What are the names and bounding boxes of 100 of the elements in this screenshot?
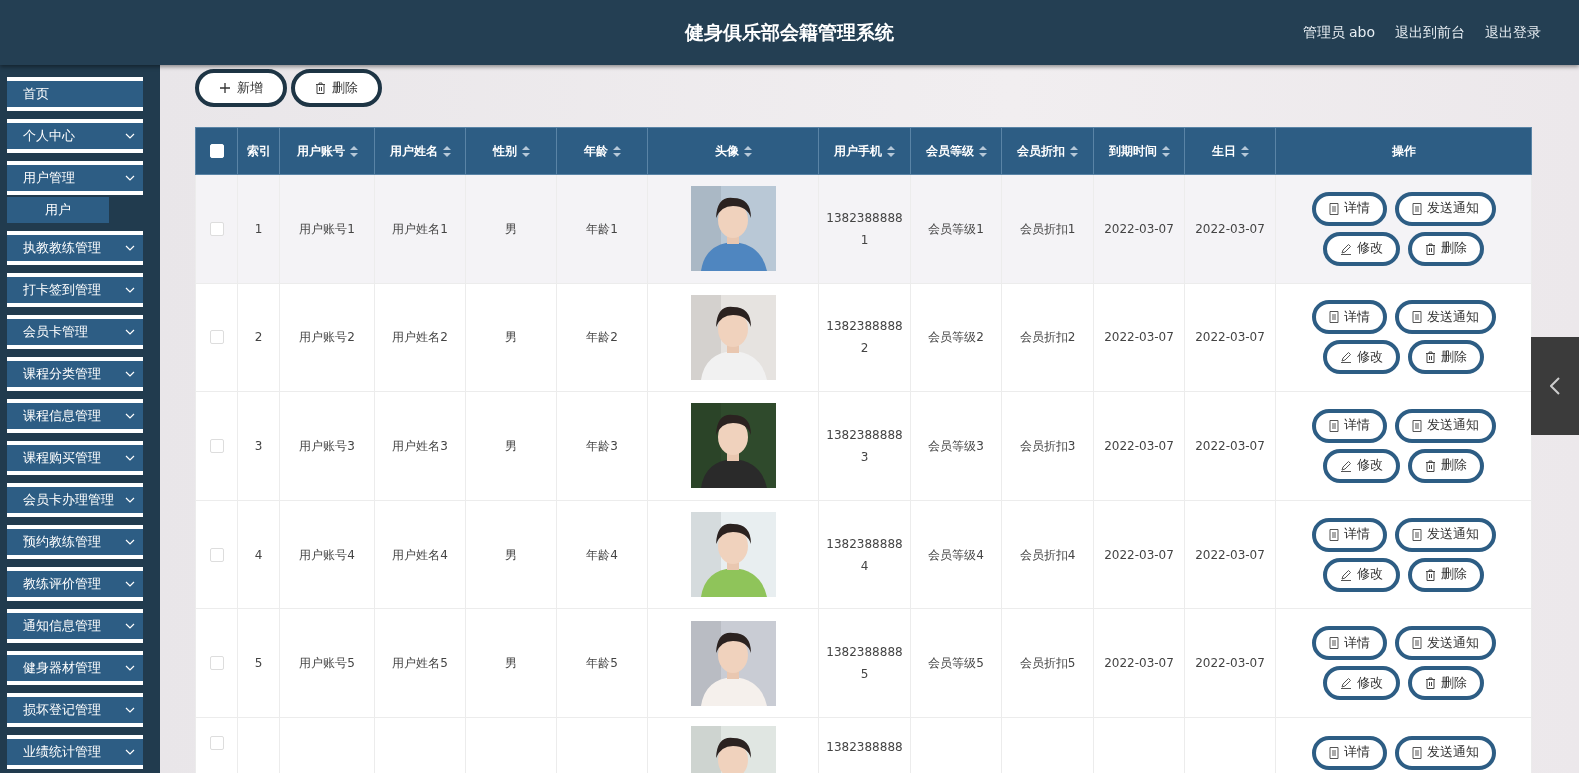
sort-icon[interactable] [349, 145, 358, 157]
edit-button[interactable]: 修改 [1323, 449, 1400, 483]
sidebar-subitem[interactable]: 用户 [7, 197, 109, 223]
side-panel-toggle[interactable] [1531, 337, 1579, 435]
table-cell: 用户姓名5 [392, 656, 448, 671]
table-cell: 年龄3 [586, 439, 618, 453]
sidebar-item[interactable]: 课程信息管理 [7, 399, 143, 433]
header-link[interactable]: 退出到前台 [1395, 23, 1465, 42]
sidebar-item[interactable]: 打卡签到管理 [7, 273, 143, 307]
table-cell: 13823888881 [826, 210, 903, 247]
edit-button[interactable]: 修改 [1323, 231, 1400, 266]
column-header: 头像 [714, 142, 739, 160]
column-header: 性别 [492, 142, 517, 160]
action-button[interactable]: 发送通知 [1394, 735, 1496, 770]
sort-icon[interactable] [612, 145, 621, 157]
sidebar-item[interactable]: 执教教练管理 [7, 231, 143, 265]
plus-icon [219, 82, 231, 94]
column-header: 用户手机 [834, 142, 882, 160]
table-cell: 男 [505, 221, 517, 236]
sidebar-item[interactable]: 通知信息管理 [7, 609, 143, 643]
document-icon [1411, 528, 1422, 541]
sidebar-item[interactable]: 会员卡办理管理 [7, 483, 143, 517]
action-button[interactable]: 详情 [1311, 517, 1387, 552]
checkbox[interactable] [209, 439, 224, 453]
table-cell: 2022-03-07 [1104, 221, 1174, 236]
sidebar-item[interactable]: 健身器材管理 [7, 651, 143, 685]
action-button[interactable]: 详情 [1311, 191, 1387, 226]
sidebar-item[interactable]: 业绩统计管理 [7, 735, 143, 769]
table-cell: 2022-03-07 [1195, 547, 1265, 562]
table-cell: 2 [254, 330, 263, 345]
checkbox[interactable] [209, 330, 224, 345]
sort-icon[interactable] [978, 145, 987, 157]
sort-icon[interactable] [1161, 145, 1170, 157]
chevron-icon [125, 329, 135, 335]
chevron-icon [125, 455, 135, 461]
table-cell: 用户账号2 [299, 330, 355, 345]
chevron-icon [125, 133, 135, 139]
sort-icon[interactable] [887, 145, 895, 157]
table-cell: 会员折扣2 [1019, 330, 1076, 345]
document-icon [1411, 202, 1422, 215]
sort-icon[interactable] [1070, 145, 1078, 157]
column-header: 用户姓名 [389, 142, 438, 160]
add-button[interactable]: 新增 [195, 69, 287, 107]
action-button[interactable]: 发送通知 [1394, 517, 1496, 552]
delete-button[interactable]: 删除 [1408, 340, 1484, 375]
table-cell: 会员等级3 [928, 439, 984, 453]
action-button[interactable]: 详情 [1311, 626, 1387, 661]
sidebar-item[interactable]: 预约教练管理 [7, 525, 143, 559]
sidebar-item[interactable]: 课程购买管理 [7, 441, 143, 475]
trash-icon [1425, 242, 1436, 255]
delete-button[interactable]: 删除 [1408, 449, 1484, 483]
checkbox[interactable] [209, 735, 224, 750]
table-cell: 年龄2 [586, 330, 618, 345]
header-link[interactable]: 管理员 abo [1302, 23, 1375, 42]
action-button[interactable]: 发送通知 [1394, 300, 1496, 335]
table-cell: 1 [254, 221, 263, 236]
checkbox[interactable] [209, 547, 224, 562]
sidebar-item[interactable]: 课程分类管理 [7, 357, 143, 391]
table-cell: 13823888885 [826, 645, 903, 682]
pencil-icon [1340, 568, 1352, 581]
sidebar-item[interactable]: 个人中心 [7, 119, 143, 153]
sort-icon[interactable] [1240, 145, 1249, 157]
header-link[interactable]: 退出登录 [1485, 23, 1541, 42]
checkbox[interactable] [209, 221, 224, 236]
sidebar-item[interactable]: 首页 [7, 77, 143, 111]
table-cell: 2022-03-07 [1195, 439, 1265, 453]
table-cell: 2022-03-07 [1104, 330, 1174, 345]
document-icon [1328, 528, 1339, 541]
trash-icon [1425, 351, 1436, 364]
action-button[interactable]: 发送通知 [1394, 191, 1496, 226]
action-button[interactable]: 详情 [1311, 300, 1387, 335]
action-button[interactable]: 发送通知 [1394, 626, 1496, 661]
column-header: 用户账号 [296, 142, 345, 160]
edit-button[interactable]: 修改 [1323, 557, 1400, 592]
edit-button[interactable]: 修改 [1323, 340, 1400, 375]
delete-button[interactable]: 删除 [1408, 666, 1484, 701]
chevron-icon [125, 287, 135, 293]
delete-button[interactable]: 删除 [1408, 557, 1484, 592]
action-button[interactable]: 发送通知 [1394, 409, 1496, 443]
sidebar-item[interactable]: 教练评价管理 [7, 567, 143, 601]
edit-button[interactable]: 修改 [1323, 666, 1400, 701]
sort-icon[interactable] [442, 145, 451, 157]
delete-button[interactable]: 删除 [1408, 231, 1484, 266]
action-button[interactable]: 详情 [1311, 409, 1387, 443]
delete-button[interactable]: 删除 [291, 69, 382, 107]
document-icon [1328, 202, 1339, 215]
pencil-icon [1340, 351, 1352, 364]
sort-icon[interactable] [743, 145, 752, 157]
action-button[interactable]: 详情 [1311, 735, 1387, 770]
document-icon [1328, 637, 1339, 650]
trash-icon [315, 82, 326, 94]
chevron-icon [125, 245, 135, 251]
sidebar-item[interactable]: 损坏登记管理 [7, 693, 143, 727]
table-cell: 2022-03-07 [1195, 221, 1265, 236]
sidebar-item[interactable]: 会员卡管理 [7, 315, 143, 349]
sidebar-item[interactable]: 用户管理 [7, 161, 143, 195]
sort-icon[interactable] [521, 145, 530, 157]
checkbox[interactable] [209, 656, 224, 671]
chevron-icon [125, 539, 135, 545]
table-cell: 男 [505, 547, 517, 562]
